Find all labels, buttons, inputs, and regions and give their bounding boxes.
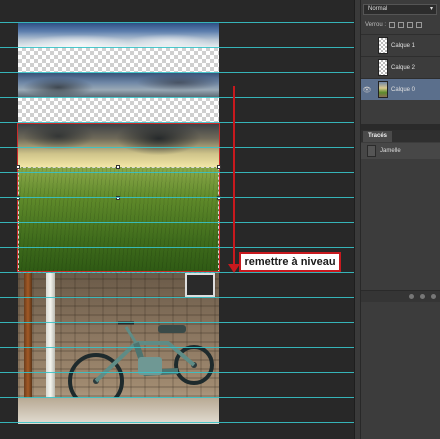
layer-name: Calque 2 bbox=[391, 64, 416, 71]
path-item-jamelle[interactable]: Jamelle bbox=[361, 143, 440, 159]
guide-line[interactable] bbox=[0, 422, 354, 423]
guide-line[interactable] bbox=[0, 272, 354, 273]
sky-strip-2 bbox=[18, 73, 219, 97]
tab-paths[interactable]: Tracés bbox=[363, 131, 393, 142]
guide-line[interactable] bbox=[0, 22, 354, 23]
new-path-icon[interactable] bbox=[420, 294, 425, 299]
guide-line[interactable] bbox=[0, 122, 354, 123]
layer-name: Calque 0 bbox=[391, 86, 416, 93]
lock-row: Verrou : bbox=[361, 18, 440, 32]
blend-mode-value: Normal bbox=[368, 6, 388, 12]
lock-label: Verrou : bbox=[365, 22, 387, 28]
paths-tab-bar: Tracés bbox=[361, 130, 440, 142]
guide-line[interactable] bbox=[0, 222, 354, 223]
document-canvas[interactable]: remettre à niveau bbox=[0, 0, 354, 439]
lock-all-icon[interactable] bbox=[416, 22, 423, 28]
chevron-down-icon: ▾ bbox=[429, 6, 433, 12]
eye-icon[interactable]: 👁 bbox=[361, 86, 373, 94]
layer-thumbnail bbox=[378, 81, 388, 98]
layer-name: Calque 1 bbox=[391, 42, 416, 49]
guide-line[interactable] bbox=[0, 97, 354, 98]
guide-line[interactable] bbox=[0, 322, 354, 323]
layer-row-calque-2[interactable]: Calque 2 bbox=[361, 56, 440, 78]
transform-handle-tm[interactable] bbox=[116, 165, 120, 169]
paths-panel-footer bbox=[361, 290, 440, 302]
transform-handle-tl[interactable] bbox=[16, 165, 20, 169]
transparent-area-2 bbox=[18, 97, 219, 123]
guide-line[interactable] bbox=[0, 397, 354, 398]
guide-line[interactable] bbox=[0, 72, 354, 73]
path-thumbnail bbox=[367, 145, 376, 157]
annotation-arrow-shaft bbox=[233, 86, 235, 268]
blend-mode-select[interactable]: Normal ▾ bbox=[363, 4, 437, 15]
guide-line[interactable] bbox=[0, 147, 354, 148]
annotation-label: remettre à niveau bbox=[239, 252, 341, 272]
guide-line[interactable] bbox=[0, 347, 354, 348]
layers-panel: Normal ▾ Verrou : Calque 1 Calque 2 👁 Ca… bbox=[361, 0, 440, 439]
guide-line[interactable] bbox=[0, 247, 354, 248]
lock-transparency-icon[interactable] bbox=[389, 22, 396, 28]
guide-line[interactable] bbox=[0, 297, 354, 298]
ground bbox=[18, 398, 219, 424]
layer-row-calque-1[interactable]: Calque 1 bbox=[361, 34, 440, 56]
transform-handle-tr[interactable] bbox=[217, 165, 221, 169]
layer-thumbnail bbox=[378, 37, 388, 54]
delete-path-icon[interactable] bbox=[431, 294, 436, 299]
path-name: Jamelle bbox=[380, 148, 401, 154]
sky-strip-1 bbox=[18, 23, 219, 47]
lock-pixels-icon[interactable] bbox=[398, 22, 405, 28]
moped-photo[interactable] bbox=[18, 273, 219, 424]
transparent-area-1 bbox=[18, 47, 219, 73]
layer-thumbnail bbox=[378, 59, 388, 76]
lock-position-icon[interactable] bbox=[407, 22, 414, 28]
guide-line[interactable] bbox=[0, 172, 354, 173]
canvas-scrollbar[interactable] bbox=[354, 0, 360, 439]
fill-path-icon[interactable] bbox=[409, 294, 414, 299]
guide-line[interactable] bbox=[0, 197, 354, 198]
guide-line[interactable] bbox=[0, 47, 354, 48]
guide-line[interactable] bbox=[0, 372, 354, 373]
layer-row-calque-0[interactable]: 👁 Calque 0 bbox=[361, 78, 440, 100]
